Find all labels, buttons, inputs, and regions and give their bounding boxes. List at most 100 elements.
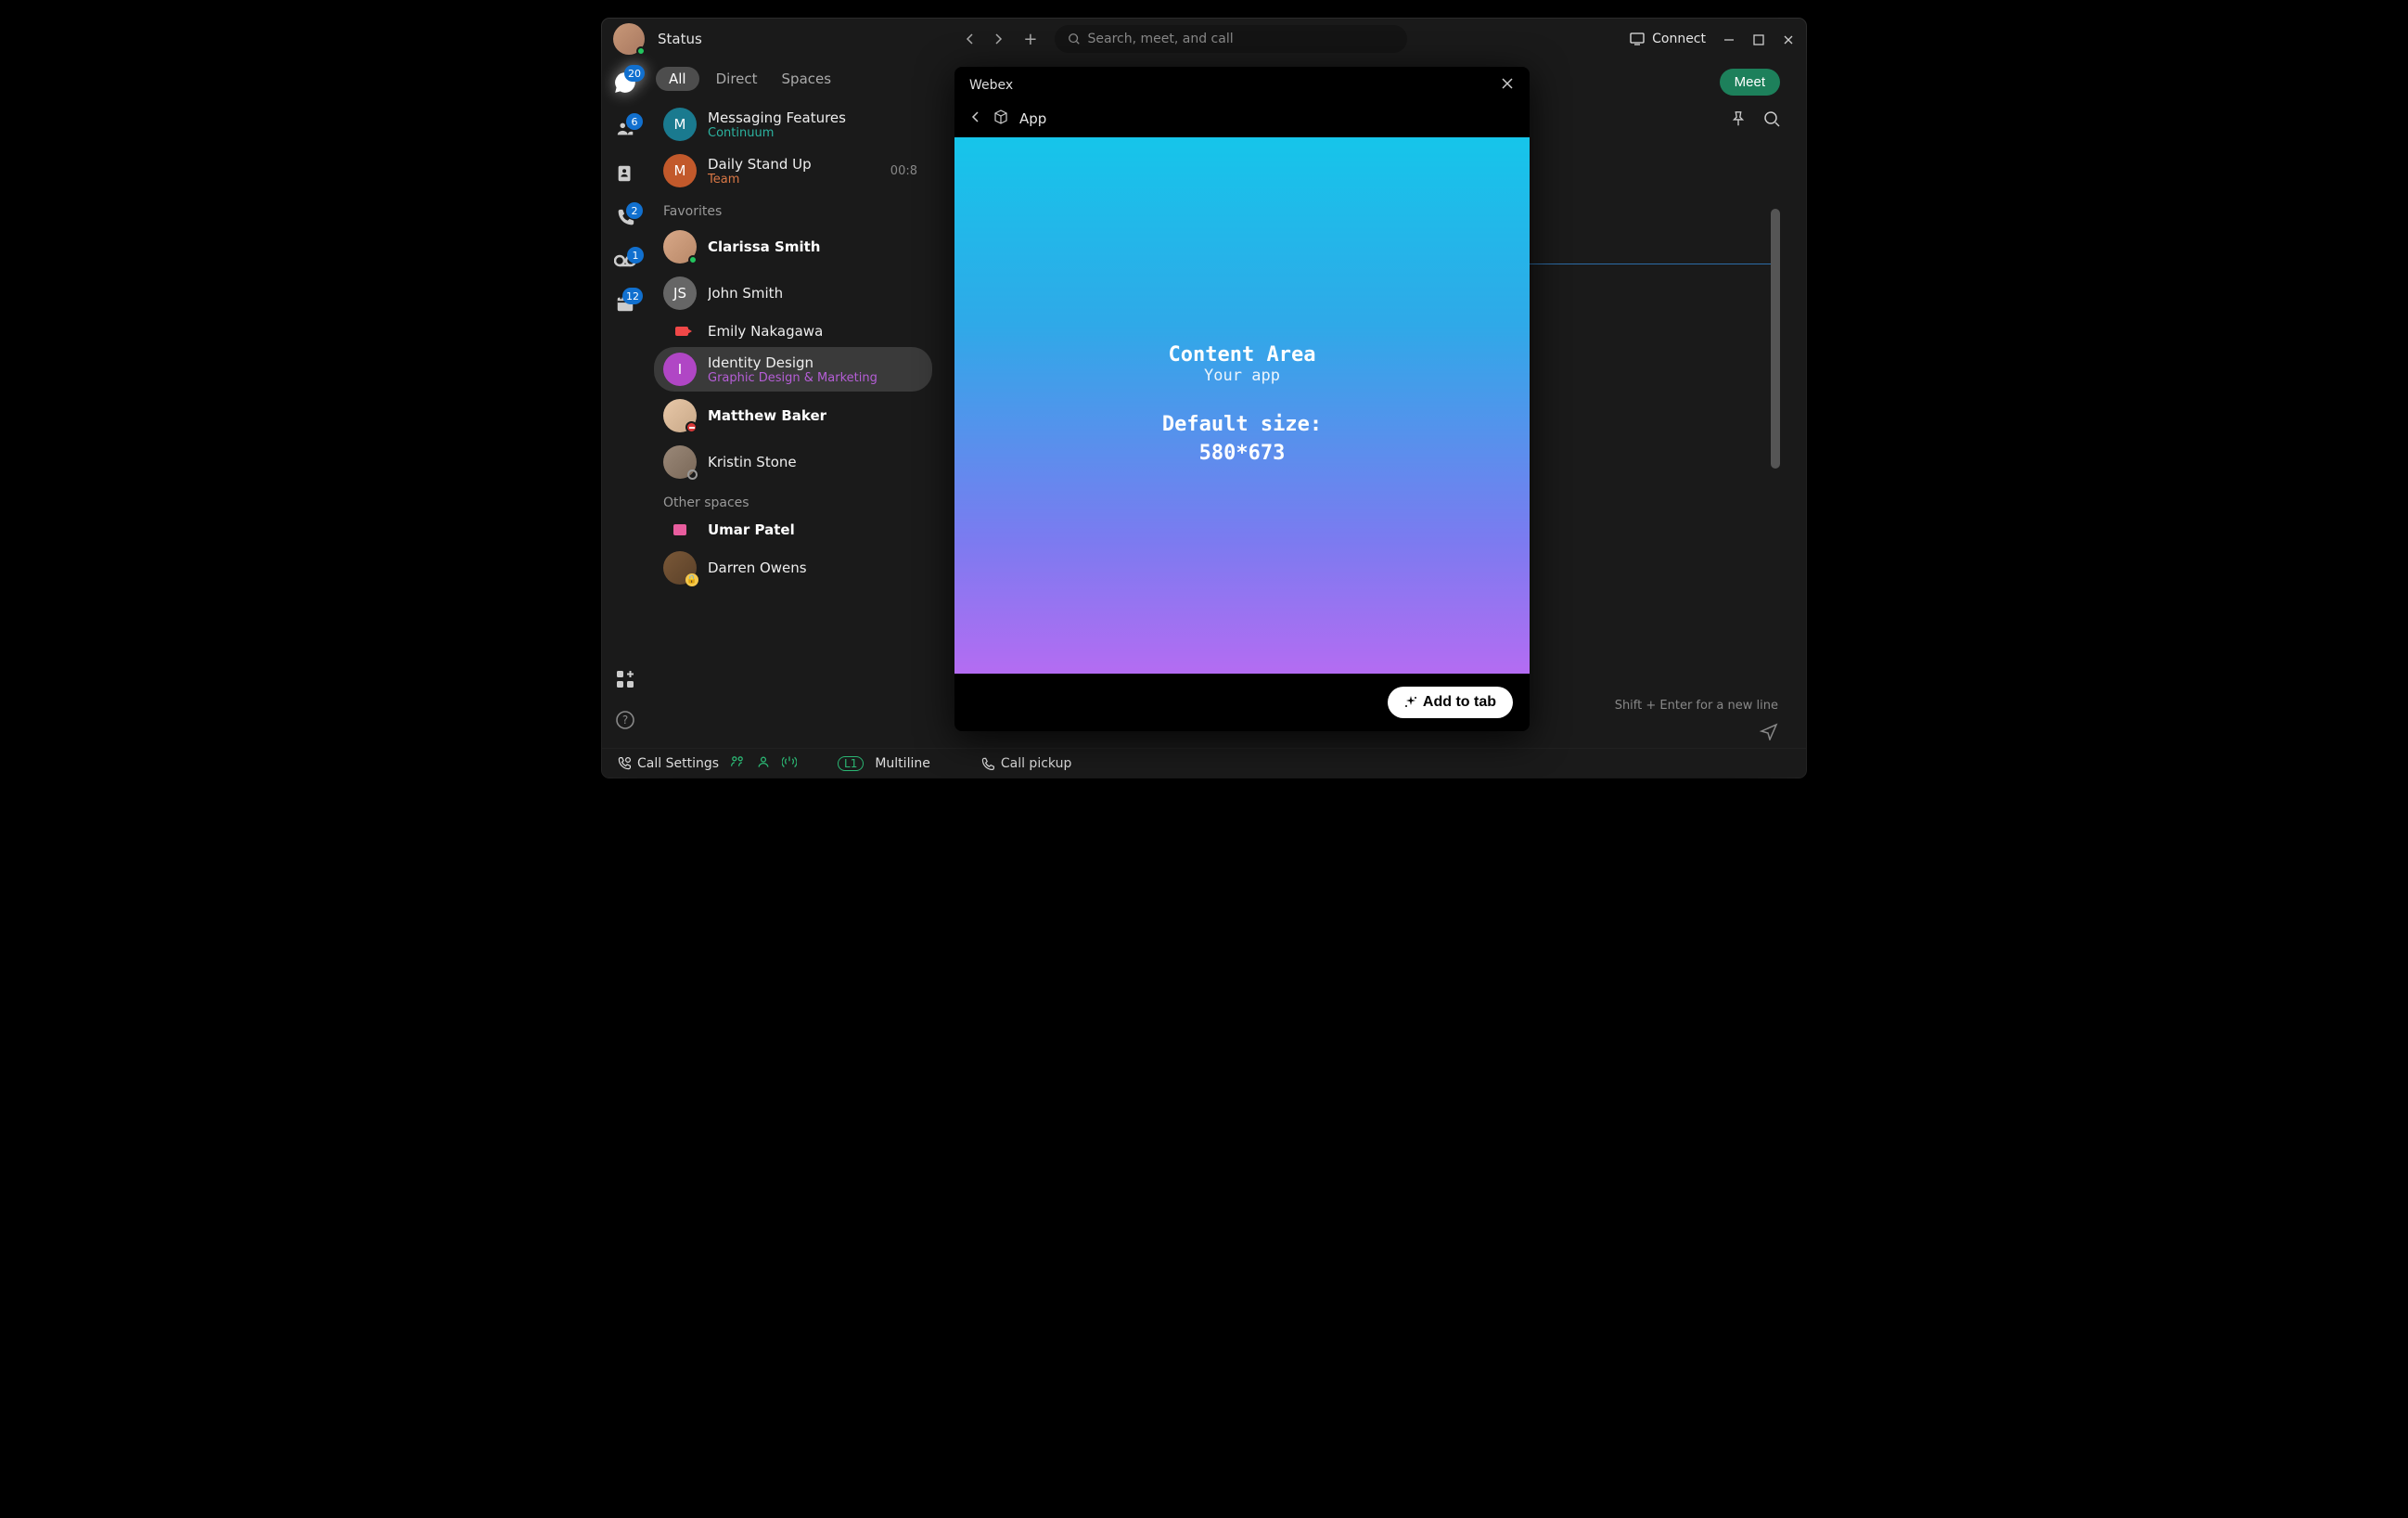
message: ing elit nullam amarte. Lorem ipsum: [971, 200, 1776, 222]
messaging-badge: 20: [624, 65, 645, 82]
search-input[interactable]: Search, meet, and call: [1055, 25, 1407, 53]
rail-meetings[interactable]: 12: [615, 293, 635, 317]
recording-icon: [663, 327, 697, 336]
agent-icon[interactable]: [756, 754, 771, 773]
app-body: 20 6 2 1 12 ?: [602, 59, 1806, 748]
multiline-button[interactable]: Multiline: [875, 756, 930, 771]
minimize-button[interactable]: [1723, 32, 1736, 45]
rail-voicemail[interactable]: 1: [614, 252, 636, 273]
list-item[interactable]: Matthew Baker: [654, 393, 932, 438]
list-item[interactable]: 🔒 Darren Owens: [654, 546, 932, 590]
list-item-subtitle: Team: [708, 173, 812, 187]
rail-messaging[interactable]: 20: [613, 71, 637, 98]
scrollbar[interactable]: [1771, 209, 1780, 645]
person-avatar: [663, 445, 697, 479]
send-row: [971, 718, 1780, 748]
signal-icon[interactable]: [782, 754, 797, 773]
presence-active-icon: [636, 46, 646, 56]
scrollbar-thumb[interactable]: [1771, 209, 1780, 469]
list-item-subtitle: Graphic Design & Marketing: [708, 371, 877, 385]
list-item[interactable]: Umar Patel: [654, 516, 932, 544]
list-item[interactable]: M Daily Stand UpTeam 00:8: [654, 148, 932, 193]
list-item-title: Darren Owens: [708, 560, 807, 576]
top-center: + Search, meet, and call: [749, 25, 1620, 53]
person-avatar: [663, 399, 697, 432]
conversation-pane: Meet scing elit nullam amarte. Lorem ips…: [945, 59, 1806, 748]
call-pickup-label: Call pickup: [1001, 756, 1072, 771]
call-pickup-button[interactable]: Call pickup: [980, 756, 1072, 771]
close-window-button[interactable]: [1782, 32, 1795, 45]
voicemail-badge: 1: [627, 247, 644, 264]
presence-dnd-icon: [685, 421, 698, 433]
favorites-header: Favorites: [648, 195, 938, 223]
list-item-title: Messaging Features: [708, 109, 846, 126]
message-list: scing elit nullam amarte. Lorem ipsum in…: [971, 136, 1780, 693]
nav-rail: 20 6 2 1 12 ?: [602, 59, 648, 748]
rail-bottom: ?: [616, 670, 634, 733]
external-lock-icon: 🔒: [685, 573, 698, 586]
app-window: Status + Search, meet, and call Connect: [602, 19, 1806, 778]
compose-hint: Shift + Enter for a new line: [971, 693, 1780, 718]
filter-tabs: All Direct Spaces: [648, 59, 938, 100]
meet-button[interactable]: Meet: [1720, 69, 1780, 96]
list-item-selected[interactable]: I Identity DesignGraphic Design & Market…: [654, 347, 932, 392]
conversation-header: Meet: [971, 59, 1780, 105]
search-placeholder: Search, meet, and call: [1088, 32, 1234, 46]
maximize-button[interactable]: [1752, 32, 1765, 45]
new-button[interactable]: +: [1023, 30, 1037, 49]
call-settings-button[interactable]: Call Settings: [617, 756, 719, 771]
tab-all[interactable]: All: [656, 67, 699, 91]
line-badge[interactable]: L1: [838, 756, 864, 771]
other-spaces-header: Other spaces: [648, 486, 938, 514]
tab-spaces[interactable]: Spaces: [775, 71, 839, 87]
nav-back-icon[interactable]: [962, 31, 979, 47]
list-item-title: Emily Nakagawa: [708, 323, 823, 340]
titlebar: Status + Search, meet, and call Connect: [602, 19, 1806, 59]
list-item[interactable]: JS John Smith: [654, 271, 932, 315]
teams-badge: 6: [626, 113, 643, 130]
search-icon: [1068, 32, 1081, 45]
list-item-title: Clarissa Smith: [708, 238, 820, 255]
calls-badge: 2: [626, 202, 643, 219]
user-avatar[interactable]: [613, 23, 645, 55]
queue-icon[interactable]: [730, 754, 745, 773]
rail-apps[interactable]: [616, 670, 634, 692]
list-item[interactable]: M Messaging FeaturesContinuum: [654, 102, 932, 147]
connect-button[interactable]: Connect: [1630, 32, 1706, 46]
message: scing elit nullam amarte. Lorem ipsum: [971, 136, 1776, 158]
svg-text:?: ?: [622, 714, 628, 727]
rail-help[interactable]: ?: [616, 711, 634, 733]
nav-forward-icon[interactable]: [990, 31, 1006, 47]
list-item-title: Kristin Stone: [708, 454, 797, 470]
connect-icon: [1630, 32, 1646, 45]
list-item-title: Identity Design: [708, 354, 877, 371]
space-avatar: I: [663, 353, 697, 386]
rail-calling[interactable]: 2: [615, 208, 635, 232]
list-item[interactable]: Clarissa Smith: [654, 225, 932, 269]
conversation-actions: [971, 105, 1780, 136]
tab-direct[interactable]: Direct: [709, 71, 765, 87]
titlebar-right: Connect: [1630, 32, 1795, 46]
connect-label: Connect: [1652, 32, 1706, 46]
call-settings-label: Call Settings: [637, 756, 719, 771]
status-bar: Call Settings L1 Multiline Call pickup: [602, 748, 1806, 778]
stream-icon: [663, 524, 697, 535]
status-label[interactable]: Status: [658, 31, 702, 47]
space-avatar: M: [663, 108, 697, 141]
message: scing elit nullam amarte. Lorem ipsum: [971, 427, 1776, 448]
rail-contacts[interactable]: [615, 163, 635, 187]
send-icon[interactable]: [1760, 722, 1778, 744]
list-item-title: Umar Patel: [708, 521, 795, 538]
rail-teams[interactable]: 6: [615, 119, 635, 143]
list-item[interactable]: Emily Nakagawa: [654, 317, 932, 345]
list-item-time: 00:8: [890, 164, 923, 178]
search-in-space-icon[interactable]: [1763, 110, 1780, 131]
pin-icon[interactable]: [1730, 110, 1747, 131]
spaces-list: All Direct Spaces M Messaging FeaturesCo…: [648, 59, 945, 748]
person-avatar: 🔒: [663, 551, 697, 585]
person-avatar: [663, 230, 697, 264]
message: scing elit nullam amarte. Lorem ipsum: [971, 364, 1776, 385]
presence-away-icon: [687, 470, 698, 480]
space-avatar: M: [663, 154, 697, 187]
list-item[interactable]: Kristin Stone: [654, 440, 932, 484]
